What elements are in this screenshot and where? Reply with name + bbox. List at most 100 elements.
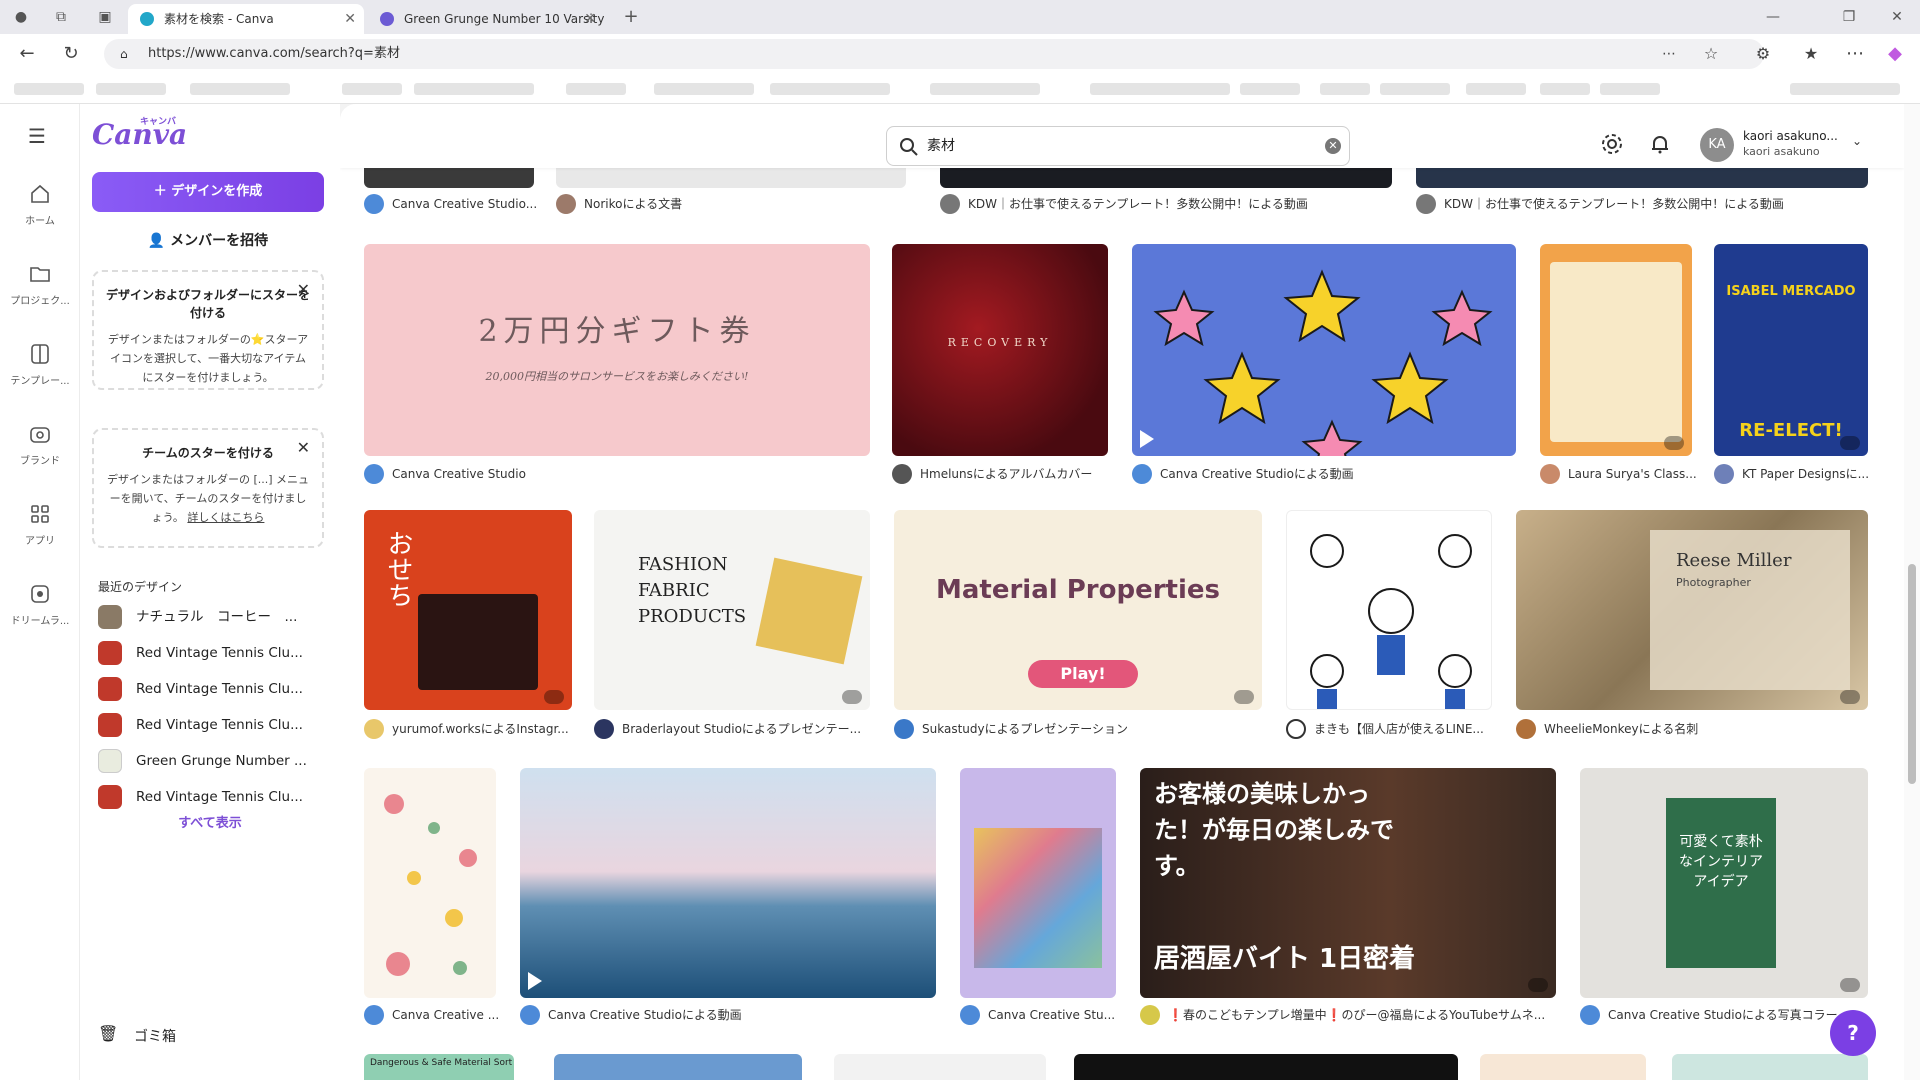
close-tab-icon[interactable]: ✕	[584, 4, 596, 34]
reader-icon[interactable]: ⋯	[1658, 43, 1680, 65]
result-tile-recovery[interactable]: RECOVERY	[892, 244, 1108, 456]
learn-more-link[interactable]: 詳しくはこちら	[187, 511, 264, 524]
close-icon[interactable]: ✕	[297, 438, 310, 457]
result-tile[interactable]	[554, 1054, 802, 1080]
result-caption[interactable]: Canva Creative Studio	[364, 463, 864, 485]
recent-design-item[interactable]: Red Vintage Tennis Clu...	[98, 782, 303, 812]
result-tile-isabel-mercado[interactable]: ISABEL MERCADO RE-ELECT!	[1714, 244, 1868, 456]
result-tile-izakaya-thumbnail[interactable]: お客様の美味しかった！が毎日の楽しみです。 居酒屋バイト 1日密着	[1140, 768, 1556, 998]
result-tile[interactable]	[1074, 1054, 1458, 1080]
rail-item-projects[interactable]: プロジェク...	[0, 262, 80, 307]
close-window-icon[interactable]: ✕	[1888, 8, 1906, 26]
result-caption[interactable]: yurumof.worksによるInstagr...	[364, 718, 574, 740]
bookmark-item[interactable]	[1790, 83, 1900, 95]
result-tile-class-worksheet[interactable]	[1540, 244, 1692, 456]
workspaces-icon[interactable]: ⧉	[52, 8, 70, 26]
profile-icon[interactable]: ●	[12, 8, 30, 26]
bookmark-item[interactable]	[190, 83, 290, 95]
recent-design-item[interactable]: Red Vintage Tennis Clu...	[98, 710, 303, 740]
close-tab-icon[interactable]: ✕	[344, 4, 356, 34]
result-tile-stars-video[interactable]	[1132, 244, 1516, 456]
result-caption[interactable]: Norikoによる文書	[556, 193, 906, 215]
rail-item-brand[interactable]: ブランド	[0, 422, 80, 467]
result-tile[interactable]	[1480, 1054, 1646, 1080]
bookmark-item[interactable]	[342, 83, 402, 95]
back-icon[interactable]: ←	[16, 43, 38, 65]
result-caption[interactable]: Sukastudyによるプレゼンテーション	[894, 718, 1264, 740]
result-tile-gift-voucher[interactable]: 2万円分ギフト券 20,000円相当のサロンサービスをお楽しみください!	[364, 244, 870, 456]
result-tile-osechi[interactable]: おせち	[364, 510, 572, 710]
bookmark-item[interactable]	[1380, 83, 1450, 95]
new-tab-icon[interactable]: +	[622, 8, 640, 26]
result-tile-interior-collage[interactable]: 可愛くて素朴なインテリアアイデア	[1580, 768, 1868, 998]
result-caption[interactable]: Canva Creative Studioによる動画	[1132, 463, 1516, 485]
tab-actions-icon[interactable]: ▣	[96, 8, 114, 26]
bookmark-item[interactable]	[654, 83, 754, 95]
settings-gear-icon[interactable]	[1600, 132, 1624, 156]
result-caption[interactable]: KDW｜お仕事で使えるテンプレート！多数公開中！による動画	[1416, 193, 1876, 215]
see-all-link[interactable]: すべて表示	[80, 812, 340, 831]
tab-green-grunge[interactable]: Green Grunge Number 10 Varsity ✕	[368, 4, 604, 34]
reload-icon[interactable]: ↻	[60, 43, 82, 65]
notification-bell-icon[interactable]	[1648, 132, 1672, 156]
chevron-down-icon[interactable]: ⌄	[1852, 134, 1862, 148]
recent-design-item[interactable]: ナチュラル コーヒー ...	[98, 602, 297, 632]
result-caption[interactable]: KT Paper Designsに...	[1714, 463, 1874, 485]
help-button[interactable]: ?	[1830, 1010, 1876, 1056]
extensions-icon[interactable]: ⚙	[1752, 43, 1774, 65]
result-caption[interactable]: Canva Creative ...	[364, 1004, 498, 1026]
bookmark-item[interactable]	[1240, 83, 1300, 95]
result-tile-material-properties[interactable]: Material Properties Play!	[894, 510, 1262, 710]
result-tile-flowers[interactable]	[364, 768, 496, 998]
bookmark-item[interactable]	[96, 83, 166, 95]
recent-design-item[interactable]: Red Vintage Tennis Clu...	[98, 638, 303, 668]
bookmark-item[interactable]	[1090, 83, 1230, 95]
recent-design-item[interactable]: Red Vintage Tennis Clu...	[98, 674, 303, 704]
copilot-icon[interactable]: ◆	[1884, 43, 1906, 65]
favorite-star-icon[interactable]: ☆	[1700, 43, 1722, 65]
result-tile[interactable]	[1672, 1054, 1868, 1080]
url-field[interactable]: ⌂ https://www.canva.com/search?q=素材	[104, 39, 1764, 69]
scrollbar-thumb[interactable]	[1908, 564, 1916, 784]
result-caption[interactable]: Canva Creative Studioによる写真コラー...	[1580, 1004, 1870, 1026]
result-tile[interactable]	[834, 1054, 1046, 1080]
more-menu-icon[interactable]: ⋯	[1844, 43, 1866, 65]
bookmark-item[interactable]	[1600, 83, 1660, 95]
bookmark-item[interactable]	[770, 83, 890, 95]
result-tile-salaryman-stickers[interactable]	[1286, 510, 1492, 710]
bookmark-item[interactable]	[1540, 83, 1590, 95]
bookmark-item[interactable]	[414, 83, 534, 95]
user-avatar[interactable]: KA	[1700, 128, 1734, 162]
result-tile-ocean-video[interactable]	[520, 768, 936, 998]
rail-item-templates[interactable]: テンプレー...	[0, 342, 80, 387]
bookmark-item[interactable]	[1466, 83, 1526, 95]
account-menu[interactable]: kaori asakuno... kaori asakuno	[1743, 128, 1838, 160]
rail-item-apps[interactable]: アプリ	[0, 502, 80, 547]
recent-design-item[interactable]: Green Grunge Number ...	[98, 746, 307, 776]
search-input[interactable]: 素材 ✕	[886, 126, 1350, 166]
result-tile-colorful-poster[interactable]	[960, 768, 1116, 998]
result-caption[interactable]: Canva Creative Stu...	[960, 1004, 1120, 1026]
restore-icon[interactable]: ❐	[1840, 8, 1858, 26]
result-caption[interactable]: Canva Creative Studioによる動画	[520, 1004, 936, 1026]
page-scrollbar[interactable]	[1904, 104, 1920, 1080]
result-tile-fashion-fabric[interactable]: FASHION FABRIC PRODUCTS	[594, 510, 870, 710]
result-caption[interactable]: KDW｜お仕事で使えるテンプレート！多数公開中！による動画	[940, 193, 1400, 215]
bookmark-item[interactable]	[1320, 83, 1370, 95]
bookmark-item[interactable]	[14, 83, 84, 95]
result-tile[interactable]: Dangerous & Safe Material Sort	[364, 1054, 514, 1080]
bookmark-item[interactable]	[566, 83, 626, 95]
site-info-icon[interactable]: ⌂	[120, 39, 128, 69]
canva-logo[interactable]: Canva キャンバ	[92, 117, 187, 151]
hamburger-menu-icon[interactable]: ☰	[28, 124, 46, 148]
tab-canva-search[interactable]: 素材を検索 - Canva ✕	[128, 4, 364, 34]
invite-members-button[interactable]: 👤 メンバーを招待	[92, 222, 324, 260]
result-caption[interactable]: WheelieMonkeyによる名刺	[1516, 718, 1868, 740]
result-caption[interactable]: まきも【個人店が使えるLINE...	[1286, 718, 1496, 740]
close-icon[interactable]: ✕	[297, 280, 310, 299]
result-caption[interactable]: Laura Surya's Class...	[1540, 463, 1700, 485]
result-caption[interactable]: Hmelunsによるアルバムカバー	[892, 463, 1122, 485]
rail-item-dream-lab[interactable]: ドリームラ...	[0, 582, 80, 627]
bookmark-item[interactable]	[930, 83, 1040, 95]
result-caption[interactable]: Braderlayout Studioによるプレゼンテー...	[594, 718, 874, 740]
